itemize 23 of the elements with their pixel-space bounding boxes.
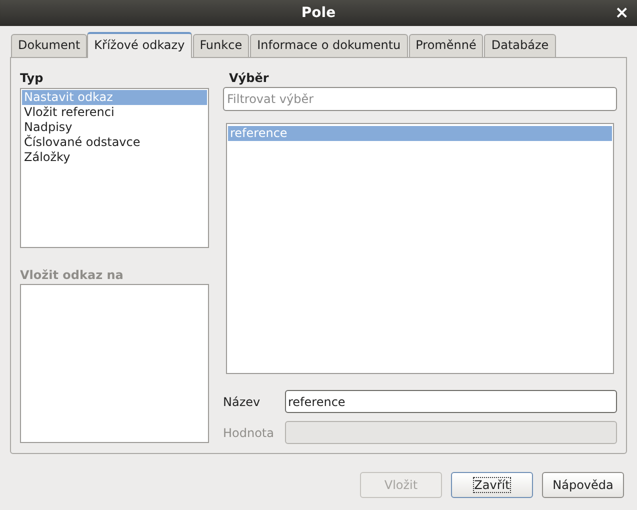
filter-field[interactable]: Filtrovat výběr <box>223 87 617 111</box>
tab[interactable]: Databáze <box>484 34 556 57</box>
window-title: Pole <box>301 4 336 22</box>
dialog-button[interactable]: Zavřít <box>451 472 533 498</box>
tab[interactable]: Informace o dokumentu <box>250 34 408 57</box>
field-label: Název <box>223 394 262 410</box>
type-list[interactable]: Nastavit odkaz Vložit referenci Nadpisy Číslované odstavce Záložky <box>20 88 209 248</box>
list-item[interactable]: Vložit referenci <box>22 105 207 120</box>
list-label: Typ <box>20 70 44 87</box>
list-label: Vložit odkaz na <box>20 267 124 284</box>
tab[interactable]: Funkce <box>192 34 250 57</box>
tab[interactable]: Křížové odkazy <box>87 32 192 58</box>
dialog-button[interactable]: Nápověda <box>542 472 624 498</box>
list-item[interactable]: Nadpisy <box>22 120 207 135</box>
section-label: Výběr <box>228 70 270 87</box>
list-item[interactable]: Záložky <box>22 150 207 165</box>
text-field[interactable]: reference <box>285 390 617 413</box>
tab[interactable]: Proměnné <box>408 34 484 57</box>
tab[interactable]: Dokument <box>11 34 88 57</box>
target-list[interactable] <box>20 284 209 443</box>
list-item[interactable]: Číslované odstavce <box>22 135 207 150</box>
field-label: Hodnota <box>223 424 275 442</box>
close-button[interactable]: × <box>614 3 629 23</box>
